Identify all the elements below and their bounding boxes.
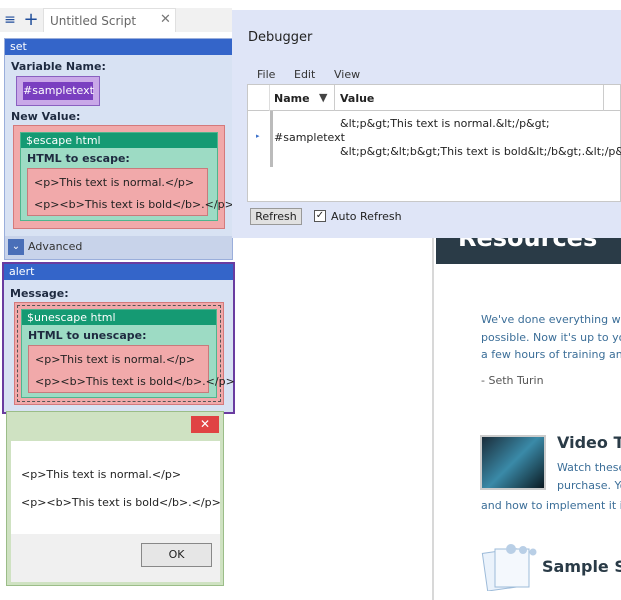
resources-banner: Resources — [436, 236, 621, 264]
column-divider-end[interactable] — [603, 85, 604, 111]
html-to-unescape-input[interactable]: <p>This text is normal.</p> <p><b>This t… — [28, 345, 235, 393]
menu-edit[interactable]: Edit — [294, 68, 315, 81]
author-line: - Seth Turin — [481, 374, 544, 387]
intro-line-2: possible. Now it's up to yo — [481, 331, 621, 344]
add-tab-icon[interactable]: + — [23, 10, 39, 30]
html-to-escape-label: HTML to escape: — [27, 152, 130, 165]
alert-block[interactable]: alert Message: $unescape html HTML to un… — [2, 262, 235, 414]
tab-untitled-script[interactable]: Untitled Script ✕ — [43, 8, 176, 32]
auto-refresh-label: Auto Refresh — [331, 210, 402, 223]
dialog-close-button[interactable]: ✕ — [191, 416, 219, 433]
html-to-unescape-label: HTML to unescape: — [28, 329, 147, 342]
chevron-down-icon[interactable]: ⌄ — [8, 239, 24, 255]
alert-dialog: ✕ <p>This text is normal.</p> <p><b>This… — [6, 411, 224, 586]
new-value-slot[interactable]: $escape html HTML to escape: <p>This tex… — [13, 125, 234, 229]
unescape-html-block[interactable]: $unescape html HTML to unescape: <p>This… — [21, 309, 235, 398]
escape-line-2: <p><b>This text is bold</b>.</p> — [34, 198, 234, 211]
dialog-footer: OK — [11, 534, 220, 582]
dialog-line-1: <p>This text is normal.</p> — [21, 468, 182, 481]
intro-line-1: We've done everything w — [481, 313, 621, 326]
html-to-escape-input[interactable]: <p>This text is normal.</p> <p><b>This t… — [27, 168, 234, 216]
refresh-button[interactable]: Refresh — [250, 208, 302, 225]
variable-slot[interactable]: #sampletext — [16, 76, 100, 106]
variable-name-cell[interactable]: #sampletext — [274, 131, 345, 144]
sample-scripts-icon — [481, 544, 537, 591]
ok-button[interactable]: OK — [141, 543, 212, 567]
column-header-name[interactable]: Name — [274, 92, 310, 105]
unescape-line-1: <p>This text is normal.</p> — [35, 353, 196, 366]
auto-refresh-checkbox[interactable]: ✓ — [314, 210, 326, 222]
table-header: Name ▼ Value — [248, 85, 620, 111]
variable-name-label: Variable Name: — [11, 60, 106, 73]
message-slot[interactable]: $unescape html HTML to unescape: <p>This… — [14, 302, 235, 405]
column-divider[interactable] — [334, 85, 335, 111]
debugger-panel: Debugger File Edit View Name ▼ Value ▸ #… — [232, 10, 621, 238]
script-tab-bar: ≡ + Untitled Script ✕ — [0, 8, 232, 32]
menu-view[interactable]: View — [334, 68, 360, 81]
set-block[interactable]: set Variable Name: #sampletext New Value… — [4, 38, 234, 260]
variable-value-line-2[interactable]: &lt;p&gt;&lt;b&gt;This text is bold&lt;/… — [340, 145, 621, 158]
filter-icon[interactable]: ▼ — [319, 91, 327, 104]
dialog-body: <p>This text is normal.</p> <p><b>This t… — [11, 441, 221, 534]
row-gutter — [270, 111, 273, 167]
alert-block-header[interactable]: alert — [4, 264, 233, 280]
advanced-label: Advanced — [28, 240, 83, 253]
header-gutter — [248, 85, 270, 111]
escape-line-1: <p>This text is normal.</p> — [34, 176, 195, 189]
escape-html-header[interactable]: $escape html — [21, 133, 217, 148]
message-label: Message: — [10, 287, 69, 300]
advanced-toggle[interactable]: ⌄ Advanced — [5, 236, 232, 259]
webpage-background: Resources We've done everything w possib… — [432, 236, 621, 600]
video-section-title[interactable]: Video Tr — [557, 433, 621, 452]
menu-file[interactable]: File — [257, 68, 275, 81]
variable-value-line-1[interactable]: &lt;p&gt;This text is normal.&lt;/p&gt; — [340, 117, 550, 130]
hamburger-menu-icon[interactable]: ≡ — [2, 10, 18, 30]
unescape-html-header[interactable]: $unescape html — [22, 310, 216, 325]
set-block-header[interactable]: set — [5, 39, 232, 55]
unescape-line-2: <p><b>This text is bold</b>.</p> — [35, 375, 235, 388]
column-header-value[interactable]: Value — [340, 92, 374, 105]
escape-html-block[interactable]: $escape html HTML to escape: <p>This tex… — [20, 132, 234, 221]
video-line-2: purchase. Yo — [557, 479, 621, 492]
video-line-1: Watch these — [557, 461, 621, 474]
video-line-3: and how to implement it in — [481, 499, 621, 512]
debugger-title: Debugger — [248, 30, 313, 45]
new-value-label: New Value: — [11, 110, 81, 123]
dialog-line-2: <p><b>This text is bold</b>.</p> — [21, 496, 221, 509]
video-thumbnail[interactable] — [480, 435, 546, 490]
sample-scripts-title[interactable]: Sample So — [542, 557, 621, 576]
variable-pill[interactable]: #sampletext — [23, 82, 94, 100]
intro-line-3: a few hours of training and — [481, 348, 621, 361]
tab-label: Untitled Script — [50, 14, 137, 28]
expand-arrow-icon[interactable]: ▸ — [256, 132, 260, 140]
close-icon[interactable]: ✕ — [160, 12, 171, 27]
variables-table: Name ▼ Value ▸ #sampletext &lt;p&gt;This… — [247, 84, 621, 202]
